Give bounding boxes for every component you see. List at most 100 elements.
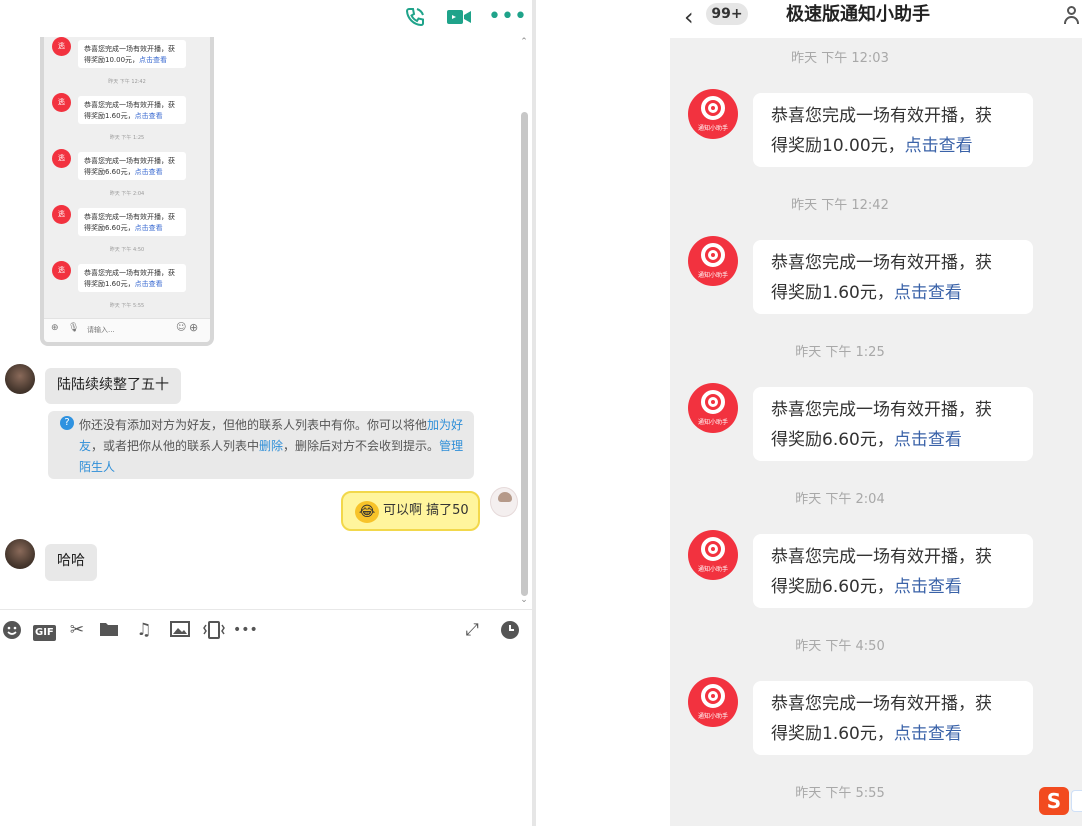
notification-feed: 昨天 下午 12:03 通知小助手 恭喜您完成一场有效开播，获 得奖励10.00元，点… [670, 38, 1082, 826]
mini-avatar: 逃 [52, 205, 71, 224]
message-line: 得奖励1.60元， [771, 724, 894, 744]
notification-bubble[interactable]: 恭喜您完成一场有效开播，获 得奖励6.60元，点击查看 [753, 534, 1033, 608]
mini-input-placeholder: 请输入... [87, 326, 115, 334]
avatar[interactable] [5, 364, 35, 394]
my-avatar[interactable] [490, 487, 518, 517]
scroll-down-arrow[interactable]: ⌄ [519, 595, 529, 605]
kuaishou-logo-icon [701, 390, 725, 414]
mini-message-bubble: 恭喜您完成一场有效开播，获 得奖励6.60元，点击查看 [78, 208, 186, 236]
page-title: 极速版通知小助手 [786, 4, 930, 25]
mini-message-bubble: 恭喜您完成一场有效开播，获 得奖励1.60元，点击查看 [78, 96, 186, 124]
message-line: 得奖励6.60元， [771, 430, 894, 450]
mic-icon: 🎙 [68, 323, 80, 333]
message-line: 得奖励6.60元， [771, 577, 894, 597]
expand-icon[interactable]: ⤢ [461, 620, 483, 640]
avatar[interactable] [5, 539, 35, 569]
mini-avatar: 逃 [52, 37, 71, 56]
mini-timestamp: 昨天 下午 4:50 [109, 247, 145, 253]
timestamp: 昨天 下午 1:25 [795, 345, 885, 360]
folder-icon[interactable] [98, 620, 120, 640]
notification-bubble[interactable]: 恭喜您完成一场有效开播，获 得奖励6.60元，点击查看 [753, 387, 1033, 461]
laugh-cry-emoji-icon: 😂 [355, 501, 379, 523]
smile-icon: ☺ [176, 322, 187, 333]
mini-message-bubble: 恭喜您完成一场有效开播，获 得奖励1.60元，点击查看 [78, 264, 186, 292]
emoji-icon[interactable] [2, 620, 22, 640]
message-line: 恭喜您完成一场有效开播，获 [771, 253, 992, 273]
plus-icon: ⊕ [51, 323, 59, 333]
timestamp: 昨天 下午 12:03 [791, 51, 889, 66]
view-details-link[interactable]: 点击查看 [905, 136, 973, 156]
assistant-avatar[interactable]: 通知小助手 [688, 383, 738, 433]
timestamp: 昨天 下午 5:55 [795, 786, 885, 801]
mini-timestamp: 昨天 下午 2:04 [109, 191, 145, 197]
gif-icon[interactable]: GIF [33, 620, 56, 641]
kuaishou-logo-icon [701, 684, 725, 708]
assistant-avatar[interactable]: 通知小助手 [688, 89, 738, 139]
avatar-caption: 通知小助手 [697, 713, 728, 720]
scissors-icon[interactable]: ✂ [66, 620, 88, 640]
message-line: 恭喜您完成一场有效开播，获 [771, 547, 992, 567]
message-line: 得奖励1.60元， [771, 283, 894, 303]
mini-avatar: 逃 [52, 261, 71, 280]
input-toolbar: GIF ✂ ♫ ••• ⤢ [0, 609, 532, 647]
sogou-ime-icon[interactable]: S [1039, 787, 1069, 815]
assistant-avatar[interactable]: 通知小助手 [688, 530, 738, 580]
message-line: 得奖励10.00元， [771, 136, 905, 156]
avatar-caption: 通知小助手 [697, 125, 728, 132]
avatar-caption: 通知小助手 [697, 419, 728, 426]
chat-window: ••• 逃恭喜您完成一场有效开播，获 得奖励10.00元，点击查看 昨天 下午 12… [0, 0, 532, 826]
zoom-icon[interactable]: ⊕ [189, 321, 198, 334]
kuaishou-logo-icon [701, 537, 725, 561]
timestamp: 昨天 下午 2:04 [795, 492, 885, 507]
mini-timestamp: 昨天 下午 12:42 [108, 79, 146, 85]
phone-screenshot: ‹ 99+ 极速版通知小助手 昨天 下午 12:03 通知小助手 恭喜您完成一场有效… [536, 0, 1082, 826]
shake-icon[interactable] [202, 620, 226, 640]
mini-message-bubble: 恭喜您完成一场有效开播，获 得奖励10.00元，点击查看 [78, 40, 186, 68]
image-icon[interactable] [169, 620, 191, 640]
notification-bubble[interactable]: 恭喜您完成一场有效开播，获 得奖励10.00元，点击查看 [753, 93, 1033, 167]
more-icon[interactable]: ••• [233, 620, 258, 640]
question-icon: ? [60, 416, 74, 430]
message-line: 恭喜您完成一场有效开播，获 [771, 106, 992, 126]
more-icon[interactable]: ••• [488, 6, 527, 28]
message-line: 恭喜您完成一场有效开播，获 [771, 400, 992, 420]
message-bubble: 哈哈 [45, 544, 97, 581]
user-icon[interactable] [1064, 6, 1079, 24]
view-details-link[interactable]: 点击查看 [894, 577, 962, 597]
mini-message-bubble: 恭喜您完成一场有效开播，获 得奖励6.60元，点击查看 [78, 152, 186, 180]
avatar-caption: 通知小助手 [697, 272, 728, 279]
view-details-link[interactable]: 点击查看 [894, 724, 962, 744]
message-line: 恭喜您完成一场有效开播，获 [771, 694, 992, 714]
back-chevron-icon[interactable]: ‹ [684, 4, 694, 30]
kuaishou-logo-icon [701, 243, 725, 267]
notice-text: ，或者把你从他的联系人列表中 [91, 439, 260, 453]
stranger-notice: ? 你还没有添加对方为好友，但他的联系人列表中有你。你可以将他加为好友，或者把你… [48, 411, 474, 479]
my-message-bubble: 😂 可以啊 搞了50 [341, 491, 480, 531]
timestamp: 昨天 下午 12:42 [791, 198, 889, 213]
history-icon[interactable] [500, 620, 520, 640]
shared-screenshot-image[interactable]: 逃恭喜您完成一场有效开播，获 得奖励10.00元，点击查看 昨天 下午 12:42 逃… [40, 37, 214, 346]
mini-input-bar: ⊕ 🎙 请输入... ☺ ⊕ [44, 318, 210, 342]
phone-icon[interactable] [402, 6, 428, 28]
delete-link[interactable]: 删除 [259, 439, 283, 453]
message-bubble: 陆陆续续整了五十 [45, 368, 181, 404]
avatar-caption: 通知小助手 [697, 566, 728, 573]
video-call-icon[interactable] [446, 6, 472, 28]
sogou-ime-tab[interactable] [1071, 790, 1082, 812]
notification-bubble[interactable]: 恭喜您完成一场有效开播，获 得奖励1.60元，点击查看 [753, 240, 1033, 314]
music-icon[interactable]: ♫ [133, 620, 155, 640]
assistant-avatar[interactable]: 通知小助手 [688, 236, 738, 286]
mini-avatar: 逃 [52, 93, 71, 112]
notice-text: 你还没有添加对方为好友，但他的联系人列表中有你。你可以将他 [79, 418, 428, 432]
mini-avatar: 逃 [52, 149, 71, 168]
view-details-link[interactable]: 点击查看 [894, 430, 962, 450]
notice-text: ，删除后对方不会收到提示。 [283, 439, 440, 453]
unread-badge: 99+ [706, 3, 748, 25]
scroll-up-arrow[interactable]: ⌃ [519, 37, 529, 47]
view-details-link[interactable]: 点击查看 [894, 283, 962, 303]
mini-timestamp: 昨天 下午 1:25 [109, 135, 145, 141]
assistant-avatar[interactable]: 通知小助手 [688, 677, 738, 727]
timestamp: 昨天 下午 4:50 [795, 639, 885, 654]
scrollbar-thumb[interactable] [521, 112, 528, 596]
notification-bubble[interactable]: 恭喜您完成一场有效开播，获 得奖励1.60元，点击查看 [753, 681, 1033, 755]
